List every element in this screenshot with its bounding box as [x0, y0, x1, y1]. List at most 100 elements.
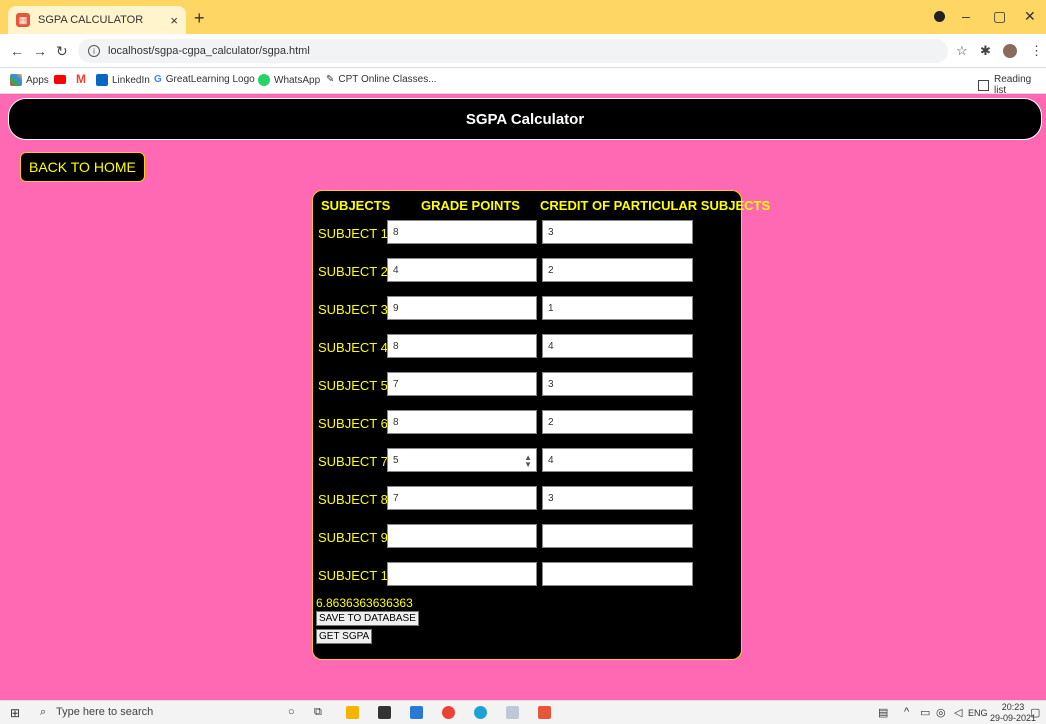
xampp-icon[interactable]: [538, 706, 551, 719]
subject-label: SUBJECT 4: [318, 340, 388, 355]
bookmark-greatlearning[interactable]: G GreatLearning Logo: [154, 74, 255, 85]
sgpa-form-panel: SUBJECTS GRADE POINTS CREDIT OF PARTICUL…: [312, 190, 770, 660]
grade-input[interactable]: 7: [387, 372, 537, 396]
address-toolbar: ← → ↻ i localhost/sgpa-cgpa_calculator/s…: [0, 34, 1046, 68]
minimize-icon[interactable]: –: [962, 8, 970, 24]
header-credits: CREDIT OF PARTICULAR SUBJECTS: [540, 198, 771, 213]
network-icon[interactable]: ◎: [936, 706, 946, 719]
notification-icon[interactable]: ▢: [1030, 706, 1040, 719]
grade-input[interactable]: 8: [387, 334, 537, 358]
google-icon: G: [154, 74, 162, 85]
bookmark-label: CPT Online Classes...: [338, 74, 437, 85]
credit-input[interactable]: [542, 562, 693, 586]
news-icon[interactable]: ▤: [878, 706, 888, 719]
credit-input[interactable]: 3: [542, 220, 693, 244]
close-tab-icon[interactable]: ×: [170, 13, 178, 28]
save-to-database-button[interactable]: SAVE TO DATABASE: [316, 611, 419, 626]
bookmark-label: Apps: [26, 74, 49, 86]
bookmark-apps[interactable]: Apps: [10, 74, 49, 86]
info-icon[interactable]: i: [88, 45, 100, 57]
file-explorer-icon[interactable]: [346, 706, 359, 719]
grade-input[interactable]: [387, 524, 537, 548]
tab-sgpa-calculator[interactable]: ▦ SGPA CALCULATOR ×: [8, 6, 186, 34]
forward-arrow-icon[interactable]: →: [33, 43, 47, 59]
sgpa-result: 6.8636363636363: [316, 596, 413, 610]
grade-value: 5: [393, 454, 399, 466]
grade-input[interactable]: 8: [387, 220, 537, 244]
grade-input[interactable]: [387, 562, 537, 586]
mail-icon[interactable]: [378, 706, 391, 719]
tab-strip: ▦ SGPA CALCULATOR × + – ▢ ✕: [0, 0, 1046, 34]
cortana-icon[interactable]: ○: [288, 706, 295, 718]
star-icon[interactable]: ☆: [956, 43, 968, 59]
language-indicator[interactable]: ENG: [968, 708, 988, 718]
bookmark-label: GreatLearning Logo: [165, 74, 255, 85]
subject-label: SUBJECT 1: [318, 226, 388, 241]
subject-label: SUBJECT 6: [318, 416, 388, 431]
subject-label: SUBJECT 5: [318, 378, 388, 393]
tab-title: SGPA CALCULATOR: [38, 14, 144, 26]
subject-label: SUBJECT 7: [318, 454, 388, 469]
whatsapp-icon: [258, 74, 270, 86]
youtube-icon[interactable]: [54, 75, 66, 84]
back-to-home-button[interactable]: BACK TO HOME: [20, 152, 145, 182]
grade-input[interactable]: 9: [387, 296, 537, 320]
grade-input[interactable]: 4: [387, 258, 537, 282]
chevron-up-icon[interactable]: ^: [904, 706, 909, 718]
task-view-icon[interactable]: ⧉: [314, 706, 322, 719]
credit-input[interactable]: [542, 524, 693, 548]
new-tab-button[interactable]: +: [194, 8, 205, 29]
reading-list-button[interactable]: Reading list: [978, 74, 1046, 96]
bookmark-label: WhatsApp: [274, 74, 321, 86]
close-window-icon[interactable]: ✕: [1024, 8, 1036, 25]
page-header: SGPA Calculator: [8, 98, 1042, 140]
url-text: localhost/sgpa-cgpa_calculator/sgpa.html: [108, 45, 310, 57]
bookmarks-bar: Apps M LinkedIn G GreatLearning Logo Wha…: [0, 68, 1046, 96]
grade-input[interactable]: 8: [387, 410, 537, 434]
grade-input[interactable]: 5 ▲ ▼: [387, 448, 537, 472]
avatar[interactable]: [1003, 44, 1017, 58]
credit-input[interactable]: 3: [542, 486, 693, 510]
taskbar-search-input[interactable]: Type here to search: [56, 706, 153, 718]
gmail-icon[interactable]: M: [76, 72, 86, 86]
volume-icon[interactable]: ◁: [954, 706, 962, 719]
search-icon[interactable]: ⌕: [40, 706, 46, 719]
header-grade-points: GRADE POINTS: [421, 198, 520, 213]
credit-input[interactable]: 4: [542, 448, 693, 472]
number-spinner-icon[interactable]: ▲ ▼: [524, 454, 532, 469]
calculator-favicon-icon: ▦: [16, 13, 30, 27]
bookmark-whatsapp[interactable]: WhatsApp: [258, 74, 320, 86]
battery-icon[interactable]: ▭: [920, 706, 930, 719]
credit-input[interactable]: 4: [542, 334, 693, 358]
pen-icon: ✎: [326, 74, 335, 85]
maximize-icon[interactable]: ▢: [993, 8, 1006, 25]
chrome-icon[interactable]: [442, 706, 455, 719]
reading-list-label: Reading list: [993, 74, 1032, 96]
credit-input[interactable]: 2: [542, 258, 693, 282]
subject-label: SUBJECT 10: [318, 568, 396, 583]
url-input[interactable]: i localhost/sgpa-cgpa_calculator/sgpa.ht…: [78, 39, 948, 63]
credit-input[interactable]: 3: [542, 372, 693, 396]
get-sgpa-button[interactable]: GET SGPA: [316, 629, 373, 644]
l-app-icon[interactable]: [410, 706, 423, 719]
bookmark-linkedin[interactable]: LinkedIn: [96, 74, 150, 86]
subject-label: SUBJECT 8: [318, 492, 388, 507]
apps-grid-icon: [10, 74, 22, 86]
reading-list-icon: [978, 79, 989, 91]
credit-input[interactable]: 2: [542, 410, 693, 434]
reload-icon[interactable]: ↻: [56, 43, 68, 60]
menu-icon[interactable]: ⋮: [1030, 43, 1043, 59]
bookmark-cpt[interactable]: ✎ CPT Online Classes...: [326, 74, 437, 85]
record-indicator-icon: [934, 11, 945, 22]
grade-input[interactable]: 7: [387, 486, 537, 510]
edge-icon[interactable]: [474, 706, 487, 719]
subject-label: SUBJECT 2: [318, 264, 388, 279]
extensions-icon[interactable]: ✱: [980, 43, 991, 59]
bookmark-label: LinkedIn: [112, 74, 150, 86]
windows-start-icon[interactable]: ⊞: [10, 706, 20, 720]
search-app-icon[interactable]: [506, 706, 519, 719]
credit-input[interactable]: 1: [542, 296, 693, 320]
page-title: SGPA Calculator: [465, 110, 585, 128]
windows-taskbar: ⊞ ⌕ Type here to search ○ ⧉ ▤ ^ ▭ ◎ ◁ EN…: [0, 700, 1046, 724]
back-arrow-icon[interactable]: ←: [10, 43, 24, 59]
